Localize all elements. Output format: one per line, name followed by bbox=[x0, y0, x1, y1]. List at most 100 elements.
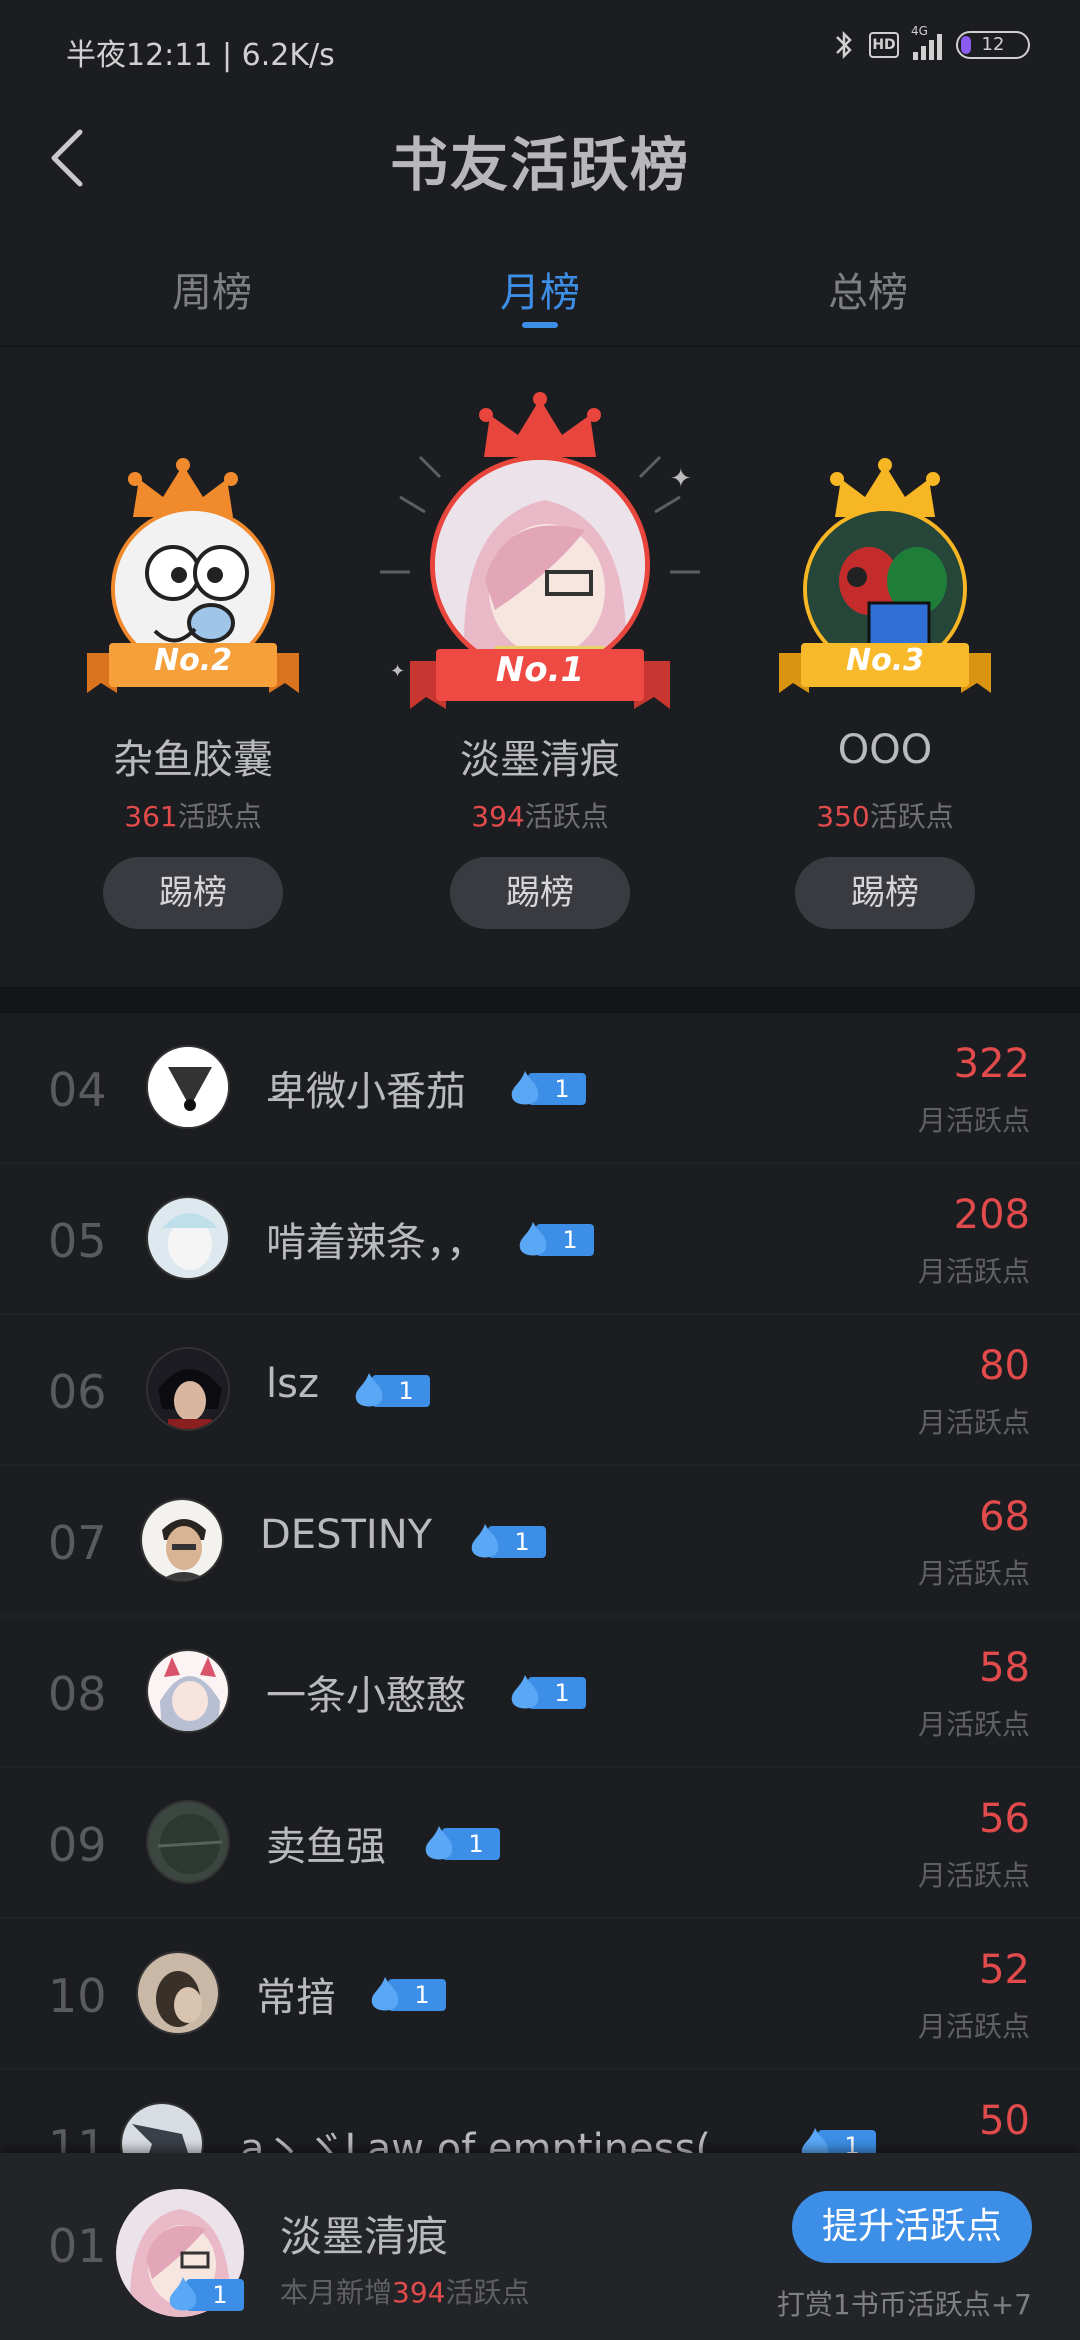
rank-number: 05 bbox=[48, 1214, 107, 1268]
avatar[interactable] bbox=[120, 2102, 204, 2153]
list-item[interactable]: 04 卑微小番茄 1 322 月活跃点 bbox=[0, 1013, 1080, 1164]
points-label: 月活跃点 bbox=[917, 1104, 1030, 1137]
avatar[interactable] bbox=[140, 1498, 224, 1582]
list-item[interactable]: 09 卖鱼强 1 56 月活跃点 bbox=[0, 1768, 1080, 1919]
tab-total[interactable]: 总榜 bbox=[768, 260, 968, 318]
points-label: 月活跃点 bbox=[917, 1406, 1030, 1439]
user-name: lsz bbox=[266, 1361, 319, 1407]
points-value: 80 bbox=[979, 1343, 1030, 1389]
level-number: 1 bbox=[514, 1528, 530, 1556]
sub-suffix: 活跃点 bbox=[445, 2276, 530, 2309]
tab-weekly[interactable]: 周榜 bbox=[112, 260, 312, 318]
user-name: DESTINY bbox=[260, 1512, 433, 1558]
points-value: 56 bbox=[979, 1796, 1030, 1842]
level-number: 1 bbox=[844, 2132, 860, 2153]
tab-bar: 周榜 月榜 总榜 bbox=[0, 230, 1080, 345]
list-item[interactable]: 06 lsz 1 80 月活跃点 bbox=[0, 1315, 1080, 1466]
points-value: 50 bbox=[979, 2098, 1030, 2144]
user-name: 卖鱼强 bbox=[266, 1824, 386, 1870]
rank-number: 08 bbox=[48, 1667, 107, 1721]
podium-points: 361活跃点 bbox=[43, 795, 343, 835]
podium-third: No.3 OOO 350活跃点 踢榜 bbox=[735, 347, 1035, 987]
level-badge: 1 bbox=[366, 1975, 446, 2011]
points-value: 208 bbox=[953, 1192, 1030, 1238]
hd-icon: HD bbox=[869, 32, 899, 58]
level-number: 1 bbox=[468, 1830, 484, 1858]
boost-points-button[interactable]: 提升活跃点 bbox=[792, 2191, 1032, 2263]
list-item[interactable]: 10 常揞 1 52 月活跃点 bbox=[0, 1919, 1080, 2070]
user-name: 一条小憨憨 bbox=[266, 1673, 466, 1719]
podium-points: 394活跃点 bbox=[390, 795, 690, 835]
avatar[interactable] bbox=[136, 1951, 220, 2035]
podium-second: No.2 杂鱼胶囊 361活跃点 踢榜 bbox=[43, 347, 343, 987]
page-title: 书友活跃榜 bbox=[389, 131, 690, 199]
points-suffix: 活跃点 bbox=[524, 800, 609, 833]
podium-points: 350活跃点 bbox=[735, 795, 1035, 835]
network-type: 4G bbox=[911, 24, 928, 38]
level-badge: 1 bbox=[514, 1220, 594, 1256]
podium-first: ✦ ✦ No.1 淡墨清痕 394活跃点 踢榜 bbox=[380, 347, 700, 987]
tab-monthly[interactable]: 月榜 bbox=[440, 260, 640, 318]
tab-active-indicator bbox=[522, 322, 558, 328]
level-badge: 1 bbox=[350, 1371, 430, 1407]
user-name: 卑微小番茄 bbox=[266, 1069, 466, 1115]
my-monthly-points: 本月新增394活跃点 bbox=[280, 2271, 529, 2311]
user-name: 常揞 bbox=[256, 1975, 336, 2021]
avatar[interactable] bbox=[146, 1649, 230, 1733]
avatar[interactable] bbox=[146, 1045, 230, 1129]
list-item[interactable]: 11 a丶ゞLaw of emptiness( 1 50 bbox=[0, 2070, 1080, 2153]
avatar[interactable] bbox=[146, 1196, 230, 1280]
my-name: 淡墨清痕 bbox=[280, 2212, 449, 2261]
points-value: 52 bbox=[979, 1947, 1030, 1993]
section-divider bbox=[0, 987, 1080, 1013]
kick-button[interactable]: 踢榜 bbox=[450, 857, 630, 929]
battery-icon: 12 bbox=[956, 31, 1030, 59]
signal-icon: 4G bbox=[911, 24, 942, 60]
level-badge: 1 bbox=[466, 1522, 546, 1558]
rank-badge: No.1 bbox=[495, 650, 585, 690]
points-label: 月活跃点 bbox=[917, 2010, 1030, 2043]
points-label: 月活跃点 bbox=[917, 1859, 1030, 1892]
level-badge: 1 bbox=[420, 1824, 500, 1860]
rank-number: 04 bbox=[48, 1063, 107, 1117]
level-badge: 1 bbox=[506, 1673, 586, 1709]
status-bar: 半夜12:11 | 6.2K/s HD 4G 12 bbox=[0, 0, 1080, 100]
level-number: 1 bbox=[398, 1377, 414, 1405]
level-badge: 1 bbox=[506, 1069, 586, 1105]
status-icons: HD 4G 12 bbox=[833, 24, 1030, 62]
avatar[interactable] bbox=[430, 455, 650, 675]
rank-number: 11 bbox=[48, 2120, 107, 2153]
level-number: 1 bbox=[414, 1981, 430, 2009]
ranking-list: 04 卑微小番茄 1 322 月活跃点 05 啃着辣条，， 1 208 月活跃点… bbox=[0, 1013, 1080, 2153]
rank-number: 10 bbox=[48, 1969, 107, 2023]
my-rank-number: 01 bbox=[48, 2219, 107, 2273]
rank-number: 06 bbox=[48, 1365, 107, 1419]
battery-level: 12 bbox=[981, 34, 1005, 55]
podium-name: 淡墨清痕 bbox=[460, 737, 620, 783]
points-label: 月活跃点 bbox=[917, 1708, 1030, 1741]
points-suffix: 活跃点 bbox=[177, 800, 262, 833]
kick-button[interactable]: 踢榜 bbox=[103, 857, 283, 929]
points-label: 月活跃点 bbox=[917, 1255, 1030, 1288]
level-badge: 1 bbox=[796, 2126, 876, 2153]
reward-tip: 打赏1书币活跃点+7 bbox=[776, 2288, 1032, 2321]
list-item[interactable]: 08 一条小憨憨 1 58 月活跃点 bbox=[0, 1617, 1080, 1768]
level-number: 1 bbox=[212, 2281, 228, 2309]
points-suffix: 活跃点 bbox=[869, 800, 954, 833]
rank-number: 07 bbox=[48, 1516, 107, 1570]
bluetooth-icon bbox=[836, 30, 852, 60]
podium-name: 杂鱼胶囊 bbox=[113, 737, 273, 783]
list-item[interactable]: 05 啃着辣条，， 1 208 月活跃点 bbox=[0, 1164, 1080, 1315]
points-label: 月活跃点 bbox=[917, 1557, 1030, 1590]
avatar[interactable] bbox=[146, 1800, 230, 1884]
list-item[interactable]: 07 DESTINY 1 68 月活跃点 bbox=[0, 1466, 1080, 1617]
points-value: 361 bbox=[124, 800, 178, 833]
points-value: 394 bbox=[471, 800, 525, 833]
rank-number: 09 bbox=[48, 1818, 107, 1872]
rank-badge: No.2 bbox=[154, 643, 232, 678]
user-name: a丶ゞLaw of emptiness( bbox=[240, 2126, 712, 2153]
avatar[interactable] bbox=[146, 1347, 230, 1431]
kick-button[interactable]: 踢榜 bbox=[795, 857, 975, 929]
rank-badge: No.3 bbox=[846, 643, 924, 678]
points-value: 350 bbox=[816, 800, 870, 833]
